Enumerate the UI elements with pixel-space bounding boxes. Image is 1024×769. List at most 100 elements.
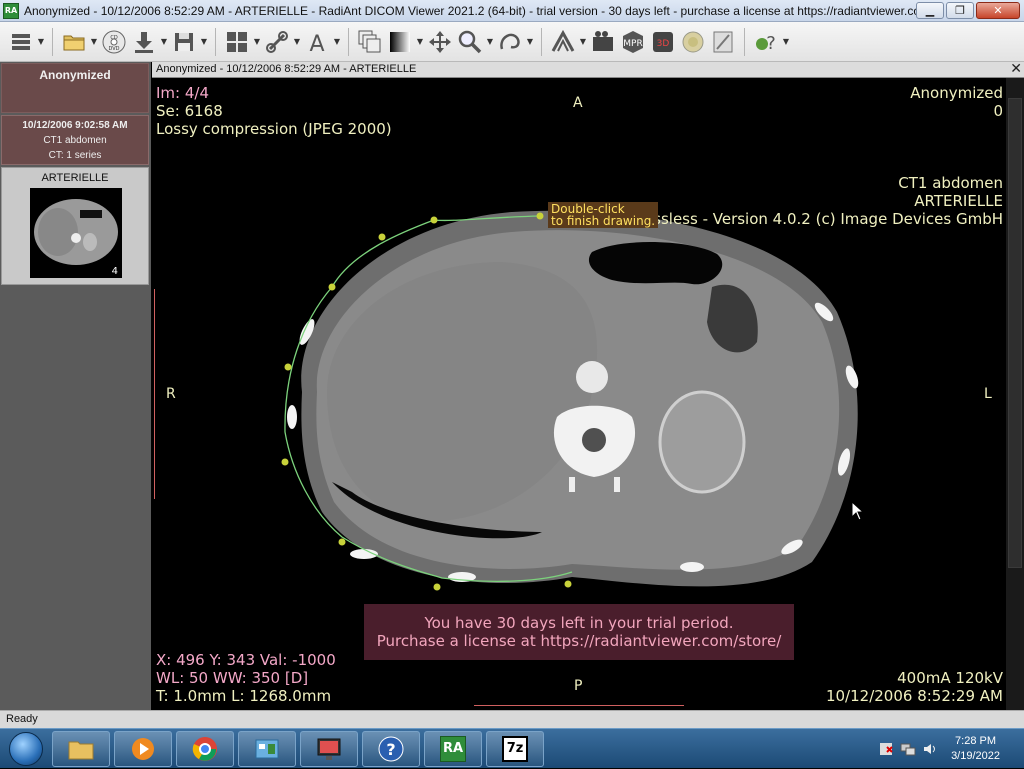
text-dropdown-arrow[interactable]: ▼ — [332, 27, 342, 57]
exposure-info: 400mA 120kV — [897, 669, 1003, 687]
help-icon[interactable]: ? — [751, 27, 781, 57]
title-bar: RA Anonymized - 10/12/2006 8:52:29 AM - … — [0, 0, 1024, 22]
window-level-icon[interactable] — [385, 27, 415, 57]
cd-dvd-icon[interactable]: CD DVD — [99, 27, 129, 57]
fusion-icon[interactable] — [678, 27, 708, 57]
open-folder-icon[interactable] — [59, 27, 89, 57]
maximize-button[interactable]: ❐ — [946, 2, 974, 19]
windows-taskbar: ? RA 7z 7:28 PM 3/19/2022 — [0, 728, 1024, 768]
radiant-app-icon: RA — [3, 2, 19, 19]
taskbar-7zip[interactable]: 7z — [486, 730, 544, 767]
taskbar-radiant[interactable]: RA — [424, 730, 482, 767]
roi-dropdown-arrow[interactable]: ▼ — [525, 27, 535, 57]
help-dropdown-arrow[interactable]: ▼ — [781, 27, 791, 57]
system-tray: 7:28 PM 3/19/2022 — [875, 729, 1024, 769]
series-thumbnail-item[interactable]: ARTERIELLE 4 — [1, 167, 149, 285]
volume-icon[interactable] — [922, 741, 938, 757]
image-scrollbar[interactable] — [1006, 78, 1024, 710]
menu-icon[interactable] — [6, 27, 36, 57]
layout-grid-icon[interactable] — [222, 27, 252, 57]
layout-dropdown-arrow[interactable]: ▼ — [252, 27, 262, 57]
overlay-top-right-patient: Anonymized 0 — [910, 84, 1003, 120]
download-icon[interactable] — [129, 27, 159, 57]
network-icon[interactable] — [900, 741, 916, 757]
download-dropdown-arrow[interactable]: ▼ — [159, 27, 169, 57]
study-item[interactable]: 10/12/2006 9:02:58 AM CT1 abdomen CT: 1 … — [1, 115, 149, 165]
image-viewport[interactable]: Anonymized - 10/12/2006 8:52:29 AM - ART… — [152, 61, 1024, 710]
horizontal-scale-ruler — [474, 702, 684, 706]
overlay-bottom-right: 400mA 120kV 10/12/2006 8:52:29 AM — [826, 669, 1003, 705]
series-stack-icon[interactable] — [355, 27, 385, 57]
menu-dropdown-arrow[interactable]: ▼ — [36, 27, 46, 57]
overlay-top-left: Im: 4/4 Se: 6168 Lossy compression (JPEG… — [156, 84, 392, 138]
open-dropdown-arrow[interactable]: ▼ — [89, 27, 99, 57]
cursor-coords: X: 496 Y: 343 Val: -1000 — [156, 651, 336, 669]
overlay-study-description: CT1 abdomen — [898, 174, 1003, 192]
radiant-icon: RA — [440, 735, 466, 762]
ct-image[interactable] — [272, 192, 872, 592]
start-button[interactable] — [4, 730, 48, 768]
mpr-icon[interactable] — [548, 27, 578, 57]
viewport-header: Anonymized - 10/12/2006 8:52:29 AM - ART… — [152, 61, 1024, 78]
study-series-count: CT: 1 series — [48, 150, 102, 161]
taskbar-media-player[interactable] — [114, 730, 172, 767]
orientation-top: A — [573, 95, 583, 111]
action-center-icon[interactable] — [878, 741, 894, 757]
series-thumbnail[interactable]: 4 — [30, 188, 122, 278]
orientation-bottom: P — [574, 678, 583, 694]
minimize-button[interactable]: ▁ — [916, 2, 944, 19]
orientation-right: L — [984, 386, 992, 402]
save-icon[interactable] — [169, 27, 199, 57]
save-dropdown-arrow[interactable]: ▼ — [199, 27, 209, 57]
video-icon[interactable] — [588, 27, 618, 57]
series-image-count: 4 — [111, 266, 118, 277]
svg-text:?: ? — [766, 33, 776, 54]
compression-info: Lossy compression (JPEG 2000) — [156, 120, 392, 138]
patient-header[interactable]: Anonymized — [1, 63, 149, 113]
window-title: Anonymized - 10/12/2006 8:52:29 AM - ART… — [24, 3, 916, 18]
svg-text:DVD: DVD — [108, 46, 119, 52]
image-index: Im: 4/4 — [156, 84, 209, 102]
viewport-close-icon[interactable]: ✕ — [1010, 61, 1022, 76]
taskbar-chrome[interactable] — [176, 730, 234, 767]
overlay-bottom-left: X: 496 Y: 343 Val: -1000 WL: 50 WW: 350 … — [156, 651, 336, 705]
link-series-icon[interactable] — [262, 27, 292, 57]
taskbar-file-explorer[interactable] — [52, 730, 110, 767]
control-panel-icon — [254, 736, 280, 762]
scrollbar-thumb[interactable] — [1008, 98, 1022, 568]
window-level-dropdown-arrow[interactable]: ▼ — [415, 27, 425, 57]
7zip-icon: 7z — [502, 735, 528, 762]
trial-notice: You have 30 days left in your trial peri… — [364, 604, 794, 660]
series-label: ARTERIELLE — [41, 172, 109, 184]
study-description: CT1 abdomen — [43, 135, 107, 146]
clock-date: 3/19/2022 — [951, 750, 1000, 762]
volume-render-icon[interactable]: 3D — [648, 27, 678, 57]
link-dropdown-arrow[interactable]: ▼ — [292, 27, 302, 57]
overlay-patient-id: 0 — [993, 102, 1003, 120]
taskbar-monitor[interactable] — [300, 730, 358, 767]
svg-text:CD: CD — [110, 35, 117, 41]
close-button[interactable]: ✕ — [976, 2, 1020, 19]
svg-text:A: A — [309, 32, 324, 55]
mpr-3d-icon[interactable]: MPR — [618, 27, 648, 57]
taskbar-help[interactable]: ? — [362, 730, 420, 767]
measure-icon[interactable] — [708, 27, 738, 57]
vertical-scale-ruler — [154, 289, 158, 499]
chrome-icon — [192, 736, 218, 762]
monitor-icon — [316, 736, 342, 762]
mpr-dropdown-arrow[interactable]: ▼ — [578, 27, 588, 57]
zoom-icon[interactable] — [455, 27, 485, 57]
pan-icon[interactable] — [425, 27, 455, 57]
windows-logo-icon — [9, 731, 43, 766]
taskbar-control-panel[interactable] — [238, 730, 296, 767]
zoom-dropdown-arrow[interactable]: ▼ — [485, 27, 495, 57]
freehand-roi-icon[interactable] — [495, 27, 525, 57]
media-player-icon — [130, 736, 156, 762]
patient-name: Anonymized — [39, 68, 111, 82]
taskbar-clock[interactable]: 7:28 PM 3/19/2022 — [951, 734, 1000, 764]
svg-text:3D: 3D — [657, 39, 670, 49]
svg-text:MPR: MPR — [623, 39, 642, 49]
text-annotation-icon[interactable]: A — [302, 27, 332, 57]
overlay-patient-name: Anonymized — [910, 84, 1003, 102]
series-number: Se: 6168 — [156, 102, 223, 120]
